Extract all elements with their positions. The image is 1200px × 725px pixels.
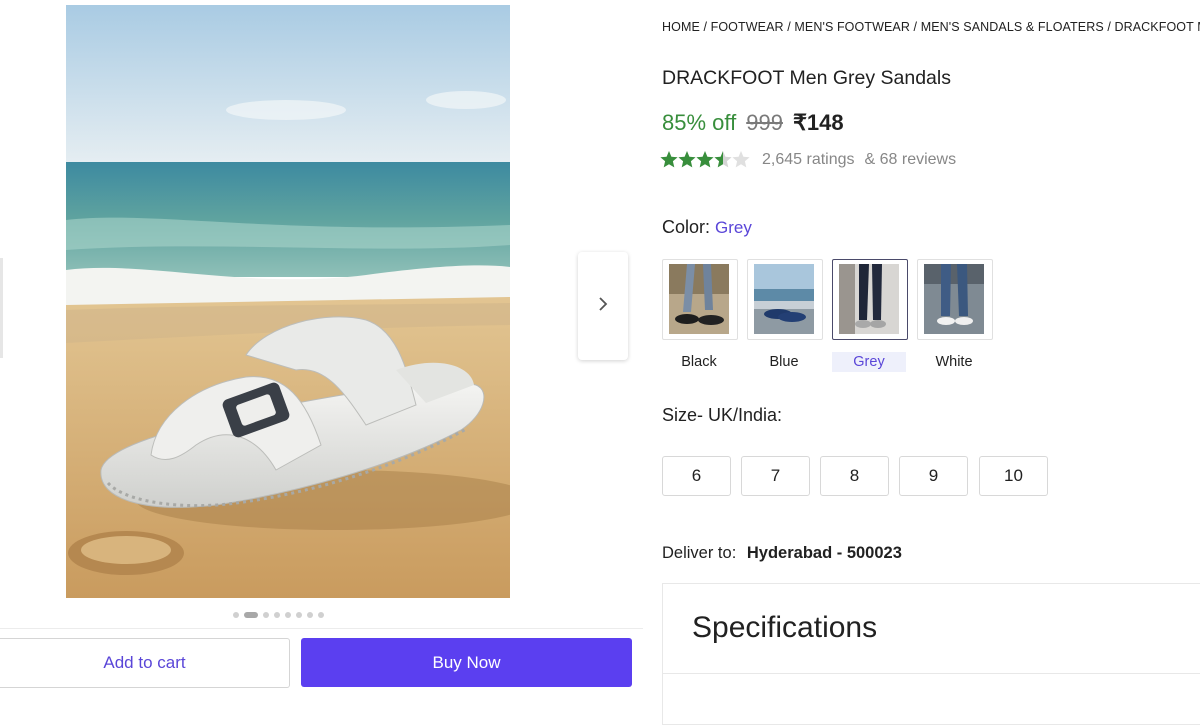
sandal-beach-photo	[66, 5, 510, 598]
gallery-dot[interactable]	[285, 612, 291, 618]
gallery-dot-active[interactable]	[244, 612, 258, 618]
gallery-dots	[233, 612, 324, 618]
color-swatch-black[interactable]	[662, 259, 738, 340]
breadcrumb-home[interactable]: HOME	[662, 20, 700, 34]
add-to-cart-button[interactable]: Add to cart	[0, 638, 290, 688]
color-option-grey[interactable]: Grey	[832, 352, 906, 372]
ratings-count[interactable]: 2,645 ratings	[762, 151, 855, 169]
star-icon	[660, 151, 678, 168]
star-icon	[696, 151, 714, 168]
discount-percent: 85% off	[662, 110, 737, 135]
breadcrumb-mens-footwear[interactable]: MEN'S FOOTWEAR	[794, 20, 910, 34]
deliver-pincode[interactable]: Hyderabad - 500023	[747, 544, 902, 562]
color-option-blue[interactable]: Blue	[747, 352, 821, 372]
size-option-9[interactable]: 9	[899, 456, 968, 496]
selling-price: ₹148	[792, 110, 844, 135]
original-price: 999	[746, 110, 783, 135]
specifications-divider	[663, 673, 1200, 674]
reviews-count[interactable]: & 68 reviews	[865, 151, 957, 169]
next-image-button[interactable]	[578, 252, 628, 360]
chevron-right-icon	[597, 296, 609, 317]
gallery-dot[interactable]	[233, 612, 239, 618]
size-label: Size- UK/India:	[662, 405, 783, 425]
black-sandal-thumbnail	[669, 264, 729, 334]
half-star-icon	[714, 151, 732, 168]
size-option-10[interactable]: 10	[979, 456, 1048, 496]
color-option-black[interactable]: Black	[662, 352, 736, 372]
star-icon	[678, 151, 696, 168]
product-main-image[interactable]	[66, 5, 510, 598]
gallery-dot[interactable]	[274, 612, 280, 618]
white-sandal-thumbnail	[924, 264, 984, 334]
color-swatch-grey[interactable]	[832, 259, 908, 340]
buy-now-button[interactable]: Buy Now	[301, 638, 632, 687]
breadcrumb-product[interactable]: DRACKFOOT MEN	[1114, 20, 1200, 34]
selected-color-value: Grey	[715, 218, 752, 237]
breadcrumb-mens-sandals[interactable]: MEN'S SANDALS & FLOATERS	[921, 20, 1104, 34]
breadcrumb-footwear[interactable]: FOOTWEAR	[711, 20, 784, 34]
specifications-panel	[662, 583, 1200, 725]
product-title: DRACKFOOT Men Grey Sandals	[662, 67, 951, 89]
breadcrumb: HOME / FOOTWEAR / MEN'S FOOTWEAR / MEN'S…	[662, 20, 1200, 34]
specifications-heading[interactable]: Specifications	[692, 611, 877, 645]
gallery-dot[interactable]	[296, 612, 302, 618]
size-option-8[interactable]: 8	[820, 456, 889, 496]
color-label: Color: Grey	[662, 217, 752, 238]
blue-sandal-thumbnail	[754, 264, 814, 334]
star-rating	[660, 150, 752, 170]
delivery-location[interactable]: Deliver to: Hyderabad - 500023	[662, 544, 902, 563]
gallery-dot[interactable]	[263, 612, 269, 618]
color-swatch-white[interactable]	[917, 259, 993, 340]
color-label-text: Color:	[662, 217, 711, 237]
size-option-6[interactable]: 6	[662, 456, 731, 496]
previous-gallery-edge[interactable]	[0, 258, 3, 358]
gallery-dot[interactable]	[307, 612, 313, 618]
empty-star-icon	[732, 151, 750, 168]
price-row: 85% off 999 ₹148	[662, 110, 844, 136]
color-swatch-blue[interactable]	[747, 259, 823, 340]
deliver-label: Deliver to:	[662, 544, 737, 562]
gallery-dot[interactable]	[318, 612, 324, 618]
grey-sandal-thumbnail	[839, 264, 899, 334]
size-option-7[interactable]: 7	[741, 456, 810, 496]
rating-row[interactable]: 2,645 ratings & 68 reviews	[660, 150, 956, 170]
color-option-white[interactable]: White	[917, 352, 991, 372]
